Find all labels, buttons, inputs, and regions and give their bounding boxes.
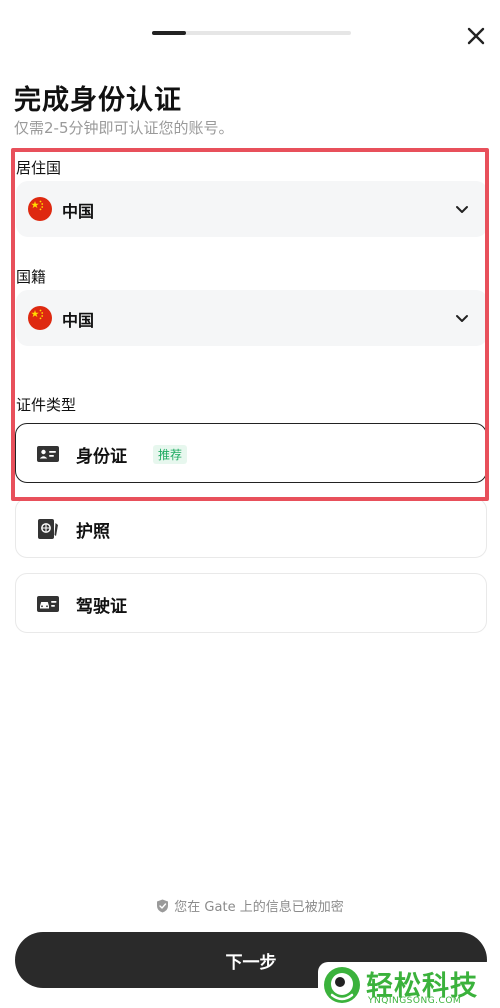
security-note: 您在 Gate 上的信息已被加密 <box>0 896 500 915</box>
passport-icon <box>38 519 58 539</box>
nationality-value: 中国 <box>62 311 95 330</box>
watermark-subtext: YNQINGSONG.COM <box>368 996 462 1006</box>
residence-value: 中国 <box>62 202 95 221</box>
option-id-card[interactable]: 身份证 推荐 <box>15 423 487 483</box>
option-label: 身份证 <box>76 447 127 467</box>
close-icon <box>467 27 485 45</box>
option-passport[interactable]: 护照 <box>15 498 487 558</box>
option-label: 驾驶证 <box>76 597 127 617</box>
nationality-select[interactable]: 中国 <box>16 290 488 346</box>
security-note-text: 您在 Gate 上的信息已被加密 <box>174 900 344 915</box>
residence-label: 居住国 <box>16 159 62 177</box>
nationality-label: 国籍 <box>16 268 47 286</box>
page-subtitle: 仅需2-5分钟即可认证您的账号。 <box>14 119 234 137</box>
china-flag-icon <box>28 306 52 330</box>
chevron-down-icon <box>456 206 468 213</box>
option-label: 护照 <box>76 522 110 542</box>
option-driver-license[interactable]: 驾驶证 <box>15 573 487 633</box>
progress-bar <box>152 31 351 35</box>
residence-select[interactable]: 中国 <box>16 181 488 237</box>
recommended-badge: 推荐 <box>153 445 188 464</box>
progress-fill <box>152 31 186 35</box>
watermark-logo-icon <box>324 967 360 1003</box>
china-flag-icon <box>28 197 52 221</box>
shield-check-icon <box>157 899 169 913</box>
page-title: 完成身份认证 <box>14 85 182 116</box>
watermark: 轻松科技 YNQINGSONG.COM <box>318 962 500 1008</box>
driver-license-icon <box>37 596 59 612</box>
id-card-icon <box>37 446 59 462</box>
document-type-label: 证件类型 <box>16 396 77 414</box>
chevron-down-icon <box>456 315 468 322</box>
close-button[interactable] <box>462 22 490 50</box>
